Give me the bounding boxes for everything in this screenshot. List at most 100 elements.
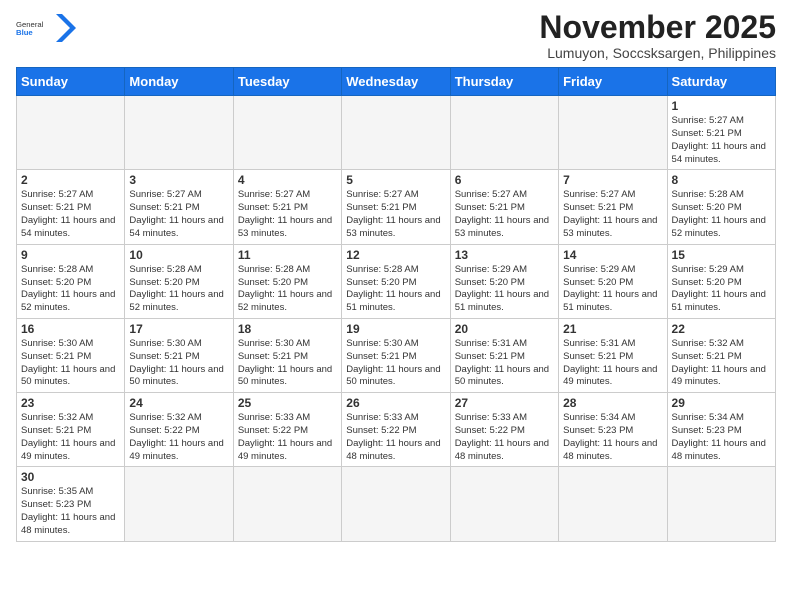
day-number: 22 [672,322,771,336]
calendar-cell [450,467,558,541]
calendar-cell: 11 Sunrise: 5:28 AM Sunset: 5:20 PM Dayli… [233,244,341,318]
day-number: 18 [238,322,337,336]
svg-text:Blue: Blue [16,28,33,37]
calendar-cell [233,467,341,541]
day-number: 6 [455,173,554,187]
day-info: Sunrise: 5:28 AM Sunset: 5:20 PM Dayligh… [21,264,120,315]
col-friday: Friday [559,68,667,96]
calendar-cell: 3Sunrise: 5:27 AM Sunset: 5:21 PM Daylig… [125,170,233,244]
calendar-cell: 12Sunrise: 5:28 AM Sunset: 5:20 PM Dayli… [342,244,450,318]
day-number: 25 [238,396,337,410]
day-info: Sunrise: 5:32 AM Sunset: 5:21 PM Dayligh… [21,412,120,463]
calendar-cell: 19 Sunrise: 5:30 AM Sunset: 5:21 PM Dayli… [342,318,450,392]
page-header: General Blue November 2025 Lumuyon, Socc… [16,10,776,61]
day-info: Sunrise: 5:32 AM Sunset: 5:21 PM Dayligh… [672,338,771,389]
location-subtitle: Lumuyon, Soccsksargen, Philippines [539,45,776,61]
day-info: Sunrise: 5:28 AM Sunset: 5:20 PM Dayligh… [238,264,337,315]
calendar-cell [342,467,450,541]
day-info: Sunrise: 5:33 AM Sunset: 5:22 PM Dayligh… [346,412,445,463]
calendar-cell: 29Sunrise: 5:34 AM Sunset: 5:23 PM Dayli… [667,393,775,467]
day-info: Sunrise: 5:30 AM Sunset: 5:21 PM Dayligh… [21,338,120,389]
day-info: Sunrise: 5:30 AM Sunset: 5:21 PM Dayligh… [346,338,445,389]
calendar-cell: 16 Sunrise: 5:30 AM Sunset: 5:21 PM Dayli… [17,318,125,392]
day-info: Sunrise: 5:32 AM Sunset: 5:22 PM Dayligh… [129,412,228,463]
col-monday: Monday [125,68,233,96]
week-row-1: 1 Sunrise: 5:27 AM Sunset: 5:21 PM Daylig… [17,96,776,170]
calendar-cell: 28 Sunrise: 5:34 AM Sunset: 5:23 PM Dayli… [559,393,667,467]
day-info: Sunrise: 5:30 AM Sunset: 5:21 PM Dayligh… [238,338,337,389]
calendar-cell: 25 Sunrise: 5:33 AM Sunset: 5:22 PM Dayli… [233,393,341,467]
day-number: 1 [672,99,771,113]
calendar-cell: 1 Sunrise: 5:27 AM Sunset: 5:21 PM Daylig… [667,96,775,170]
day-info: Sunrise: 5:28 AM Sunset: 5:20 PM Dayligh… [346,264,445,315]
calendar-cell: 23 Sunrise: 5:32 AM Sunset: 5:21 PM Dayli… [17,393,125,467]
logo: General Blue [16,10,76,46]
day-number: 28 [563,396,662,410]
day-info: Sunrise: 5:27 AM Sunset: 5:21 PM Dayligh… [672,115,771,166]
calendar-table: Sunday Monday Tuesday Wednesday Thursday… [16,67,776,542]
calendar-cell [233,96,341,170]
day-info: Sunrise: 5:34 AM Sunset: 5:23 PM Dayligh… [563,412,662,463]
calendar-cell: 21 Sunrise: 5:31 AM Sunset: 5:21 PM Dayli… [559,318,667,392]
day-number: 8 [672,173,771,187]
day-info: Sunrise: 5:28 AM Sunset: 5:20 PM Dayligh… [129,264,228,315]
calendar-cell: 13 Sunrise: 5:29 AM Sunset: 5:20 PM Dayli… [450,244,558,318]
calendar-cell: 2Sunrise: 5:27 AM Sunset: 5:21 PM Daylig… [17,170,125,244]
day-info: Sunrise: 5:27 AM Sunset: 5:21 PM Dayligh… [238,189,337,240]
col-thursday: Thursday [450,68,558,96]
day-info: Sunrise: 5:33 AM Sunset: 5:22 PM Dayligh… [238,412,337,463]
day-info: Sunrise: 5:27 AM Sunset: 5:21 PM Dayligh… [21,189,120,240]
week-row-6: 30 Sunrise: 5:35 AM Sunset: 5:23 PM Dayli… [17,467,776,541]
day-info: Sunrise: 5:35 AM Sunset: 5:23 PM Dayligh… [21,486,120,537]
col-tuesday: Tuesday [233,68,341,96]
day-number: 30 [21,470,120,484]
day-number: 3 [129,173,228,187]
day-info: Sunrise: 5:29 AM Sunset: 5:20 PM Dayligh… [672,264,771,315]
day-number: 9 [21,248,120,262]
week-row-3: 9 Sunrise: 5:28 AM Sunset: 5:20 PM Daylig… [17,244,776,318]
generalblue-logo-icon: General Blue [16,10,52,46]
arrow-icon [56,10,76,46]
day-number: 16 [21,322,120,336]
calendar-cell: 6 Sunrise: 5:27 AM Sunset: 5:21 PM Daylig… [450,170,558,244]
day-info: Sunrise: 5:31 AM Sunset: 5:21 PM Dayligh… [455,338,554,389]
calendar-header-row: Sunday Monday Tuesday Wednesday Thursday… [17,68,776,96]
calendar-cell: 8 Sunrise: 5:28 AM Sunset: 5:20 PM Daylig… [667,170,775,244]
calendar-cell: 17Sunrise: 5:30 AM Sunset: 5:21 PM Dayli… [125,318,233,392]
day-number: 4 [238,173,337,187]
title-section: November 2025 Lumuyon, Soccsksargen, Phi… [539,10,776,61]
day-info: Sunrise: 5:29 AM Sunset: 5:20 PM Dayligh… [455,264,554,315]
day-number: 17 [129,322,228,336]
day-info: Sunrise: 5:28 AM Sunset: 5:20 PM Dayligh… [672,189,771,240]
day-info: Sunrise: 5:27 AM Sunset: 5:21 PM Dayligh… [455,189,554,240]
calendar-cell: 20Sunrise: 5:31 AM Sunset: 5:21 PM Dayli… [450,318,558,392]
calendar-cell: 22 Sunrise: 5:32 AM Sunset: 5:21 PM Dayli… [667,318,775,392]
day-number: 21 [563,322,662,336]
day-info: Sunrise: 5:31 AM Sunset: 5:21 PM Dayligh… [563,338,662,389]
day-info: Sunrise: 5:29 AM Sunset: 5:20 PM Dayligh… [563,264,662,315]
day-number: 14 [563,248,662,262]
calendar-cell: 15Sunrise: 5:29 AM Sunset: 5:20 PM Dayli… [667,244,775,318]
day-number: 19 [346,322,445,336]
calendar-cell: 18 Sunrise: 5:30 AM Sunset: 5:21 PM Dayli… [233,318,341,392]
calendar-cell: 14 Sunrise: 5:29 AM Sunset: 5:20 PM Dayli… [559,244,667,318]
day-number: 10 [129,248,228,262]
calendar-cell [342,96,450,170]
day-info: Sunrise: 5:27 AM Sunset: 5:21 PM Dayligh… [346,189,445,240]
day-number: 11 [238,248,337,262]
calendar-cell: 4 Sunrise: 5:27 AM Sunset: 5:21 PM Daylig… [233,170,341,244]
week-row-4: 16 Sunrise: 5:30 AM Sunset: 5:21 PM Dayli… [17,318,776,392]
calendar-cell: 5Sunrise: 5:27 AM Sunset: 5:21 PM Daylig… [342,170,450,244]
calendar-cell: 24 Sunrise: 5:32 AM Sunset: 5:22 PM Dayli… [125,393,233,467]
day-number: 13 [455,248,554,262]
col-saturday: Saturday [667,68,775,96]
day-number: 24 [129,396,228,410]
calendar-cell: 26Sunrise: 5:33 AM Sunset: 5:22 PM Dayli… [342,393,450,467]
day-number: 23 [21,396,120,410]
calendar-cell [17,96,125,170]
col-sunday: Sunday [17,68,125,96]
calendar-cell [667,467,775,541]
calendar-cell: 7Sunrise: 5:27 AM Sunset: 5:21 PM Daylig… [559,170,667,244]
day-info: Sunrise: 5:33 AM Sunset: 5:22 PM Dayligh… [455,412,554,463]
calendar-cell: 9 Sunrise: 5:28 AM Sunset: 5:20 PM Daylig… [17,244,125,318]
